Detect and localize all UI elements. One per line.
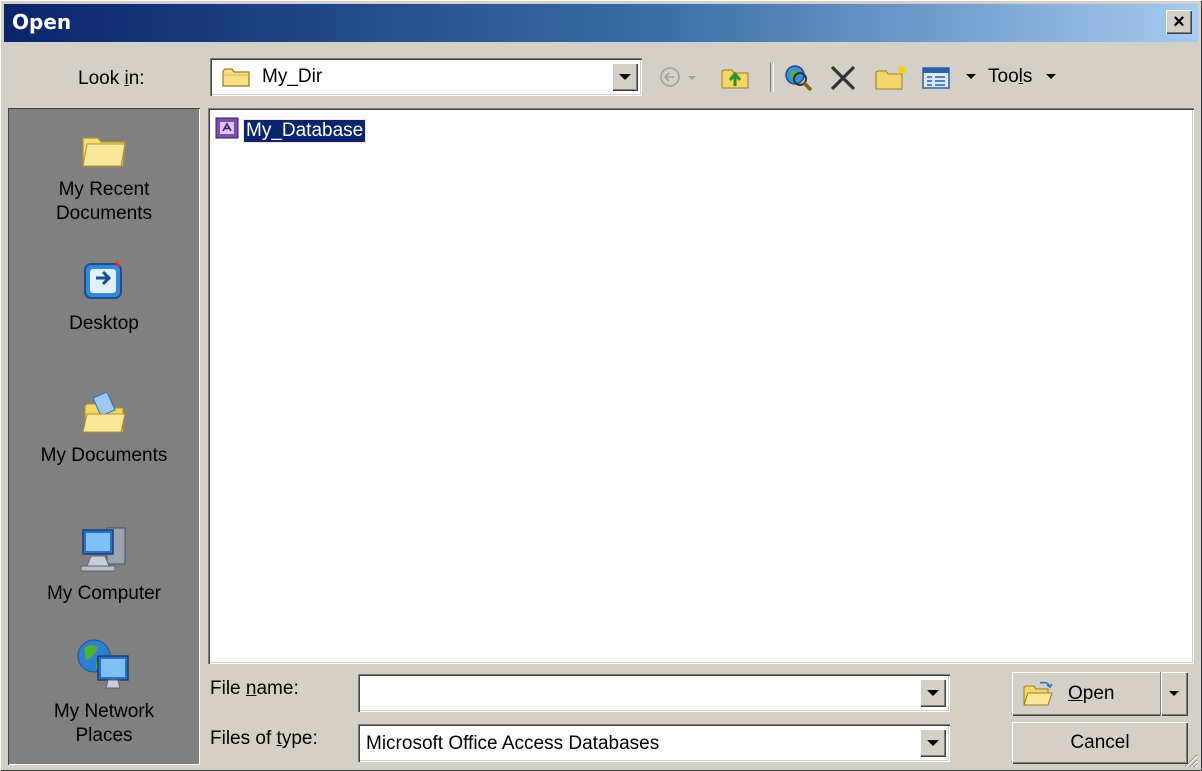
back-icon [660, 67, 696, 87]
toolbar-separator [770, 62, 774, 92]
open-button[interactable]: Open [1012, 672, 1188, 716]
place-my-recent-documents[interactable]: My Recent Documents [8, 126, 200, 226]
my-documents-icon [82, 391, 126, 433]
open-options-dropdown-button[interactable] [1160, 672, 1188, 716]
file-name-label: File name: [210, 678, 299, 699]
look-in-combo[interactable]: My_Dir [210, 58, 642, 96]
files-of-type-dropdown-button[interactable] [920, 729, 946, 757]
open-dialog: Open × Look in: My_Dir Tools My Recent D… [0, 0, 1202, 771]
search-web-button[interactable] [782, 62, 818, 92]
places-bar: My Recent Documents Desktop My Documents [8, 108, 200, 765]
back-button[interactable] [656, 62, 704, 92]
look-in-label: Look in: [78, 68, 145, 89]
files-of-type-select[interactable]: Microsoft Office Access Databases [358, 724, 950, 762]
file-name-dropdown-button[interactable] [920, 679, 946, 707]
create-new-folder-button[interactable] [872, 62, 912, 92]
open-folder-icon [1023, 681, 1053, 706]
search-web-icon [785, 65, 813, 92]
file-name: My_Database [242, 119, 367, 143]
recent-documents-icon [82, 137, 126, 167]
chevron-down-icon [927, 690, 939, 696]
views-dropdown-arrow-icon[interactable] [966, 74, 976, 80]
my-network-places-icon [77, 639, 129, 689]
title-bar[interactable]: Open × [4, 4, 1198, 42]
chevron-down-icon [1169, 691, 1179, 696]
cancel-button[interactable]: Cancel [1012, 722, 1188, 764]
place-my-computer[interactable]: My Computer [8, 520, 200, 606]
look-in-dropdown-button[interactable] [612, 63, 638, 91]
views-icon [922, 67, 950, 89]
delete-icon [830, 65, 856, 91]
file-list[interactable]: My_Database [208, 108, 1194, 664]
place-my-network-places[interactable]: My Network Places [8, 636, 200, 748]
place-desktop[interactable]: Desktop [8, 256, 200, 336]
up-one-level-icon [721, 69, 749, 89]
chevron-down-icon [619, 74, 631, 80]
close-icon: × [1173, 11, 1185, 33]
chevron-down-icon [927, 740, 939, 746]
my-computer-icon [80, 527, 126, 572]
tools-menu-button[interactable]: Tools [988, 66, 1032, 88]
delete-button[interactable] [826, 62, 862, 92]
files-of-type-value: Microsoft Office Access Databases [366, 733, 660, 754]
dialog-title: Open [12, 10, 72, 34]
open-button-label: Open [1068, 683, 1115, 704]
views-button[interactable] [920, 62, 960, 92]
desktop-icon [84, 260, 122, 299]
resize-grip-icon[interactable] [1182, 752, 1198, 768]
look-in-value: My_Dir [262, 66, 323, 87]
up-one-level-button[interactable] [718, 62, 754, 92]
place-my-documents[interactable]: My Documents [8, 388, 200, 468]
access-database-icon [215, 117, 239, 139]
file-name-field[interactable] [358, 674, 950, 712]
close-button[interactable]: × [1166, 10, 1192, 34]
tools-dropdown-arrow-icon[interactable] [1046, 74, 1056, 80]
folder-icon [222, 68, 250, 87]
files-of-type-label: Files of type: [210, 728, 318, 749]
new-folder-icon [875, 64, 908, 90]
